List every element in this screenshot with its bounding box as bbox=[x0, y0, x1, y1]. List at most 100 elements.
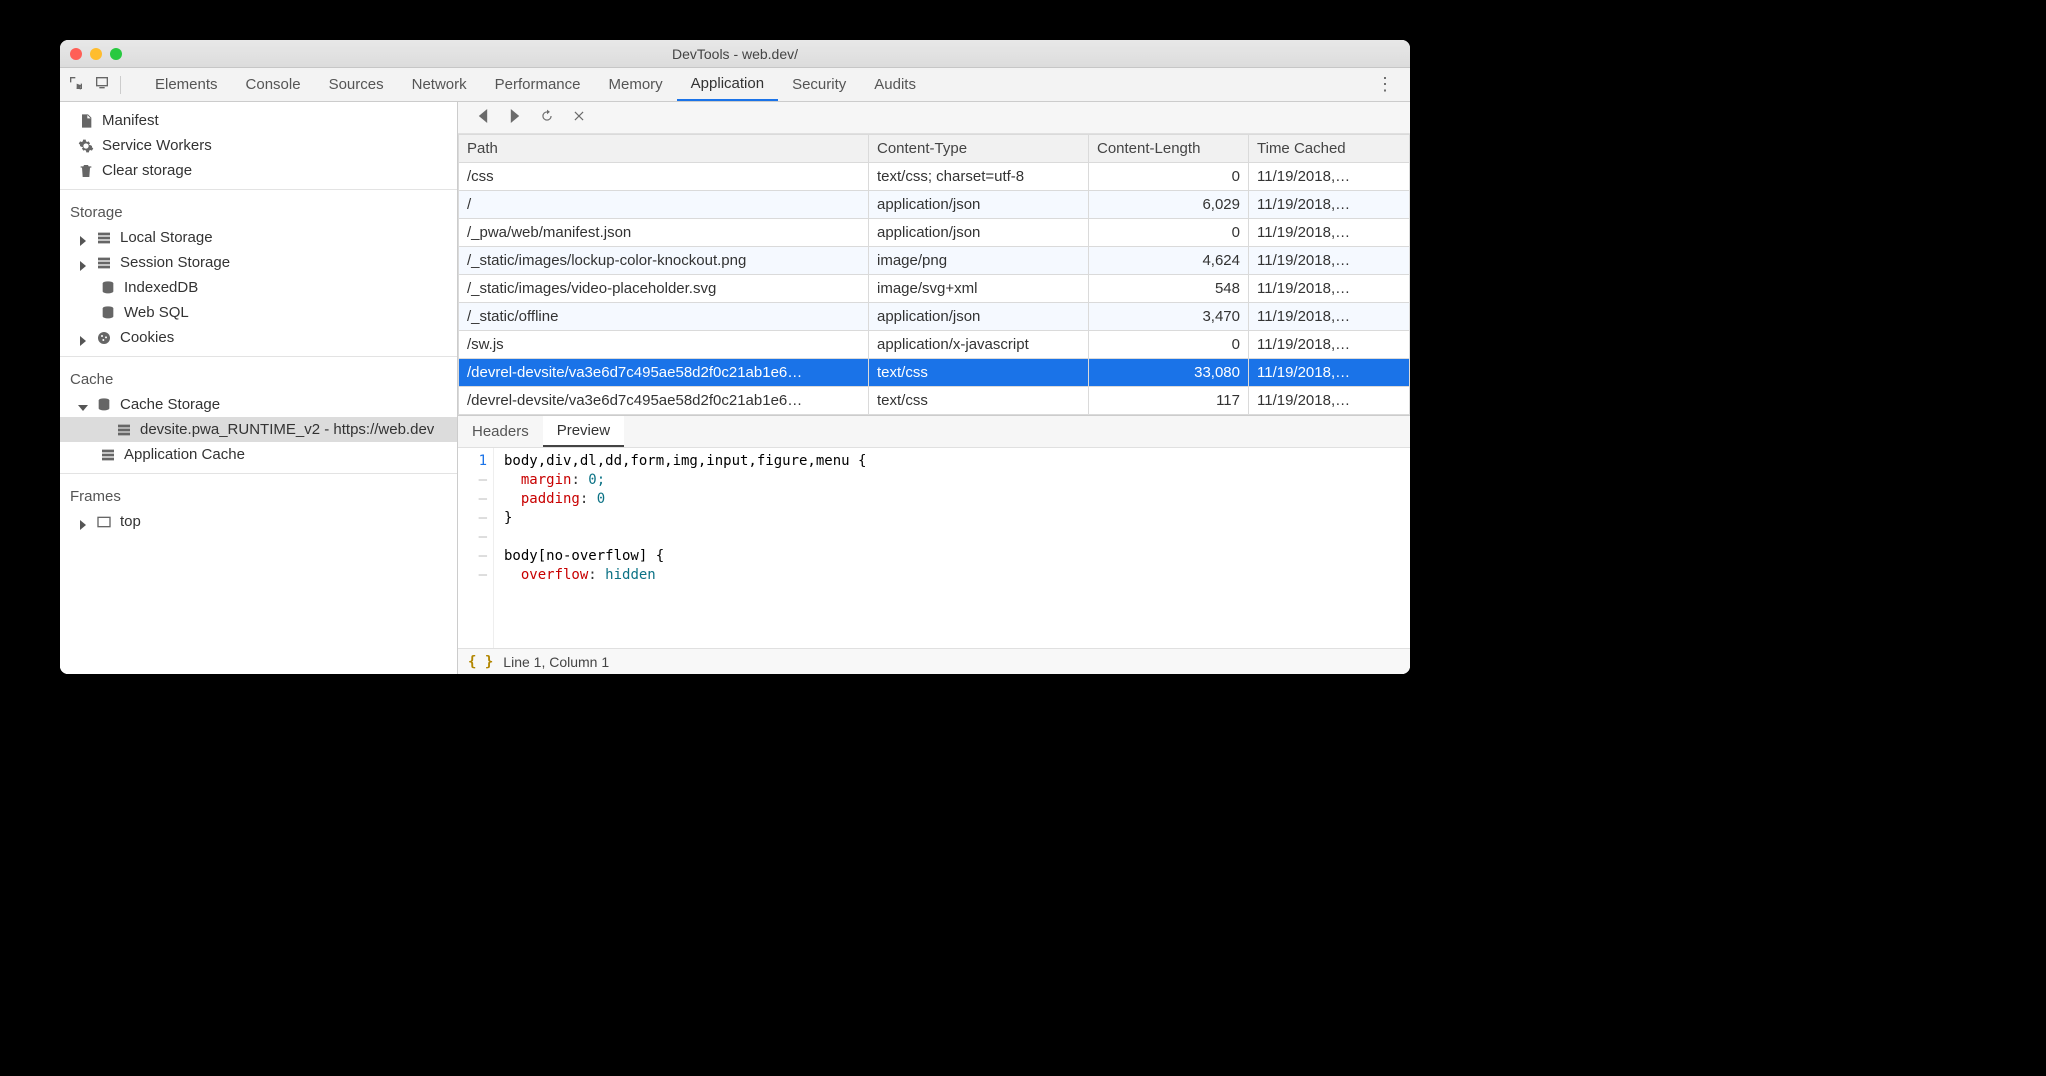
editor-statusline: { } Line 1, Column 1 bbox=[458, 648, 1410, 674]
code-viewer: 1 –––––– body,div,dl,dd,form,img,input,f… bbox=[458, 448, 1410, 648]
device-toolbar-icon[interactable] bbox=[94, 75, 110, 94]
delete-icon[interactable] bbox=[572, 109, 586, 126]
gear-icon bbox=[78, 138, 94, 154]
tab-performance[interactable]: Performance bbox=[481, 68, 595, 101]
cell-length: 33,080 bbox=[1089, 359, 1249, 387]
chevron-right-icon bbox=[78, 520, 88, 530]
sidebar-label: Local Storage bbox=[120, 229, 213, 246]
sidebar-item-service-workers[interactable]: Service Workers bbox=[60, 133, 457, 158]
tab-memory[interactable]: Memory bbox=[595, 68, 677, 101]
frames-header: Frames bbox=[60, 480, 457, 509]
table-row[interactable]: /_static/images/lockup-color-knockout.pn… bbox=[459, 247, 1410, 275]
sidebar-item-indexeddb[interactable]: IndexedDB bbox=[60, 275, 457, 300]
tab-sources[interactable]: Sources bbox=[315, 68, 398, 101]
devtools-window: DevTools - web.dev/ ElementsConsoleSourc… bbox=[60, 40, 1410, 674]
table-row[interactable]: /devrel-devsite/va3e6d7c495ae58d2f0c21ab… bbox=[459, 359, 1410, 387]
cell-time: 11/19/2018,… bbox=[1249, 387, 1410, 415]
cell-path: /_pwa/web/manifest.json bbox=[459, 219, 869, 247]
chevron-right-icon bbox=[78, 336, 88, 346]
preview-tabstrip: Headers Preview bbox=[458, 416, 1410, 448]
sidebar-item-cache-entry[interactable]: devsite.pwa_RUNTIME_v2 - https://web.dev bbox=[60, 417, 457, 442]
col-time-cached[interactable]: Time Cached bbox=[1249, 135, 1410, 163]
cell-length: 0 bbox=[1089, 219, 1249, 247]
tab-elements[interactable]: Elements bbox=[141, 68, 232, 101]
cache-header: Cache bbox=[60, 363, 457, 392]
cell-length: 3,470 bbox=[1089, 303, 1249, 331]
file-icon bbox=[78, 113, 94, 129]
sidebar-label: Cache Storage bbox=[120, 396, 220, 413]
tab-audits[interactable]: Audits bbox=[860, 68, 930, 101]
cell-path: /_static/images/lockup-color-knockout.pn… bbox=[459, 247, 869, 275]
table-row[interactable]: /sw.jsapplication/x-javascript011/19/201… bbox=[459, 331, 1410, 359]
sidebar-item-cache-storage[interactable]: Cache Storage bbox=[60, 392, 457, 417]
cell-type: application/json bbox=[869, 191, 1089, 219]
sidebar-label: Web SQL bbox=[124, 304, 189, 321]
table-row[interactable]: /devrel-devsite/va3e6d7c495ae58d2f0c21ab… bbox=[459, 387, 1410, 415]
tab-preview[interactable]: Preview bbox=[543, 416, 624, 447]
chevron-right-icon bbox=[78, 261, 88, 271]
sidebar-item-websql[interactable]: Web SQL bbox=[60, 300, 457, 325]
application-sidebar: Manifest Service Workers Clear storage S… bbox=[60, 102, 458, 674]
chevron-down-icon bbox=[78, 403, 88, 413]
sidebar-item-session-storage[interactable]: Session Storage bbox=[60, 250, 457, 275]
sidebar-item-cookies[interactable]: Cookies bbox=[60, 325, 457, 350]
cell-time: 11/19/2018,… bbox=[1249, 191, 1410, 219]
nav-forward-icon[interactable] bbox=[508, 109, 522, 126]
sidebar-label: Clear storage bbox=[102, 162, 192, 179]
sidebar-label: Cookies bbox=[120, 329, 174, 346]
cell-length: 548 bbox=[1089, 275, 1249, 303]
sidebar-item-top-frame[interactable]: top bbox=[60, 509, 457, 534]
sidebar-item-manifest[interactable]: Manifest bbox=[60, 108, 457, 133]
traffic-lights bbox=[70, 48, 122, 60]
maximize-window-button[interactable] bbox=[110, 48, 122, 60]
cell-length: 0 bbox=[1089, 331, 1249, 359]
close-window-button[interactable] bbox=[70, 48, 82, 60]
table-row[interactable]: /csstext/css; charset=utf-8011/19/2018,… bbox=[459, 163, 1410, 191]
cell-type: application/json bbox=[869, 219, 1089, 247]
braces-icon[interactable]: { } bbox=[468, 654, 493, 670]
sidebar-item-local-storage[interactable]: Local Storage bbox=[60, 225, 457, 250]
col-content-type[interactable]: Content-Type bbox=[869, 135, 1089, 163]
table-row[interactable]: /application/json6,02911/19/2018,… bbox=[459, 191, 1410, 219]
cache-toolbar bbox=[458, 102, 1410, 134]
kebab-menu-icon[interactable]: ⋮ bbox=[1368, 74, 1402, 95]
col-content-length[interactable]: Content-Length bbox=[1089, 135, 1249, 163]
sidebar-item-clear-storage[interactable]: Clear storage bbox=[60, 158, 457, 183]
cell-type: image/svg+xml bbox=[869, 275, 1089, 303]
content-pane: Path Content-Type Content-Length Time Ca… bbox=[458, 102, 1410, 674]
database-icon bbox=[100, 305, 116, 321]
nav-back-icon[interactable] bbox=[476, 109, 490, 126]
cursor-position: Line 1, Column 1 bbox=[503, 654, 609, 670]
sidebar-label: top bbox=[120, 513, 141, 530]
cell-type: text/css; charset=utf-8 bbox=[869, 163, 1089, 191]
table-icon bbox=[96, 230, 112, 246]
table-row[interactable]: /_pwa/web/manifest.jsonapplication/json0… bbox=[459, 219, 1410, 247]
preview-pane: Headers Preview 1 –––––– body,div,dl,dd,… bbox=[458, 415, 1410, 674]
cell-path: /css bbox=[459, 163, 869, 191]
sidebar-item-application-cache[interactable]: Application Cache bbox=[60, 442, 457, 467]
tab-network[interactable]: Network bbox=[398, 68, 481, 101]
table-row[interactable]: /_static/offlineapplication/json3,47011/… bbox=[459, 303, 1410, 331]
cell-type: application/x-javascript bbox=[869, 331, 1089, 359]
col-path[interactable]: Path bbox=[459, 135, 869, 163]
database-icon bbox=[96, 397, 112, 413]
cache-table: Path Content-Type Content-Length Time Ca… bbox=[458, 134, 1410, 415]
refresh-icon[interactable] bbox=[540, 109, 554, 126]
cell-length: 0 bbox=[1089, 163, 1249, 191]
table-icon bbox=[100, 447, 116, 463]
chevron-right-icon bbox=[78, 236, 88, 246]
cell-path: / bbox=[459, 191, 869, 219]
cell-time: 11/19/2018,… bbox=[1249, 275, 1410, 303]
table-row[interactable]: /_static/images/video-placeholder.svgima… bbox=[459, 275, 1410, 303]
window-title: DevTools - web.dev/ bbox=[122, 46, 1348, 62]
tab-headers[interactable]: Headers bbox=[458, 416, 543, 447]
tab-application[interactable]: Application bbox=[677, 68, 778, 101]
tab-console[interactable]: Console bbox=[232, 68, 315, 101]
code-content[interactable]: body,div,dl,dd,form,img,input,figure,men… bbox=[494, 448, 1410, 648]
tab-security[interactable]: Security bbox=[778, 68, 860, 101]
cell-path: /sw.js bbox=[459, 331, 869, 359]
minimize-window-button[interactable] bbox=[90, 48, 102, 60]
cell-time: 11/19/2018,… bbox=[1249, 303, 1410, 331]
inspect-element-icon[interactable] bbox=[68, 75, 84, 94]
cell-time: 11/19/2018,… bbox=[1249, 359, 1410, 387]
